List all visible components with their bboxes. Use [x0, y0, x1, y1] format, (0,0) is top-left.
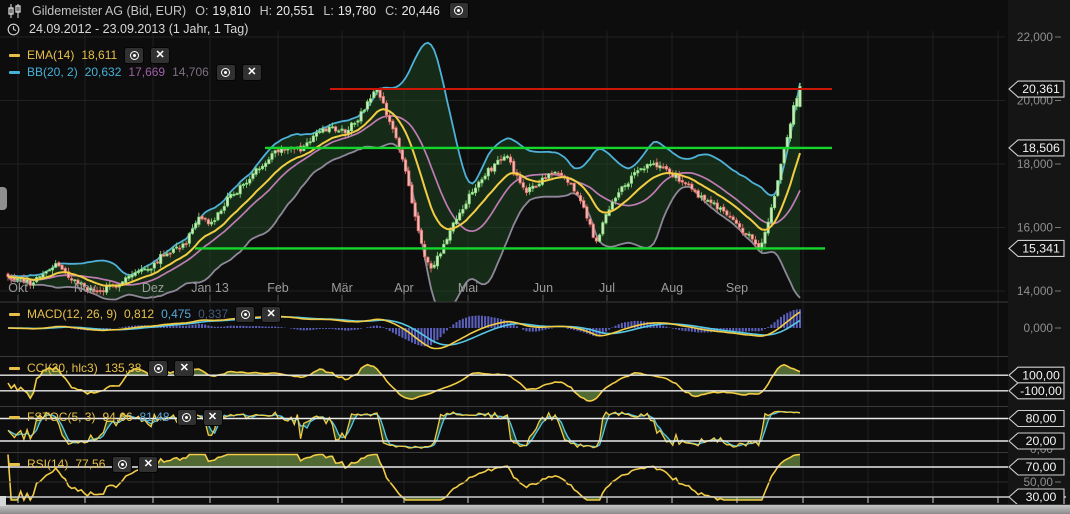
fstoc-d-value: 81,48	[140, 410, 170, 424]
svg-text:14,000: 14,000	[1017, 284, 1054, 298]
svg-text:22,000: 22,000	[1017, 30, 1054, 44]
svg-text:18,506: 18,506	[1022, 141, 1060, 155]
cci-color-swatch	[9, 367, 20, 370]
macd-visibility-button[interactable]	[236, 307, 254, 322]
legend-macd: MACD(12, 26, 9) 0,812 0,475 0,337 ✕	[9, 306, 280, 322]
legend-rsi: RSI(14) 77,56 ✕	[9, 456, 157, 472]
svg-text:50,00: 50,00	[1023, 475, 1053, 489]
cci-level-badge: -100,00	[1009, 383, 1064, 399]
svg-text:Jun: Jun	[533, 281, 553, 295]
svg-text:30,00: 30,00	[1026, 490, 1057, 504]
fstoc-label: FSTOC(5, 3)	[27, 410, 95, 424]
svg-text:18,000: 18,000	[1017, 157, 1054, 171]
bb-lower-value: 14,706	[172, 65, 209, 79]
macd-label: MACD(12, 26, 9)	[27, 307, 117, 321]
svg-text:Sep: Sep	[726, 281, 748, 295]
rsi-level-badge: 70,00	[1009, 459, 1064, 475]
instrument-header: Gildemeister AG (Bid, EUR) O:19,810 H:20…	[7, 3, 468, 18]
rsi-value: 77,56	[75, 457, 105, 471]
price-level-badge: 18,506	[1009, 140, 1064, 156]
low-label: L:	[323, 4, 333, 18]
chart-window: Okt Nov Dez Jan 13 Feb Mär Apr Mai Jun Jul Aug Sep 2…	[0, 0, 1070, 514]
stoch-level-badge: 20,00	[1009, 433, 1064, 449]
price-level-badge: 15,341	[1009, 240, 1064, 256]
rsi-visibility-button[interactable]	[113, 457, 131, 472]
svg-text:Dez: Dez	[142, 281, 164, 295]
svg-text:Jan 13: Jan 13	[191, 281, 229, 295]
macd-value: 0,812	[124, 307, 154, 321]
legend-fstoc: FSTOC(5, 3) 94,66 81,48 ✕	[9, 409, 222, 425]
window-corner-grip	[0, 496, 6, 506]
instrument-name: Gildemeister AG (Bid, EUR)	[32, 4, 186, 18]
bb-visibility-button[interactable]	[217, 65, 235, 80]
svg-text:Mai: Mai	[458, 281, 478, 295]
series-visibility-button[interactable]	[450, 3, 468, 18]
close-value: 20,446	[402, 4, 440, 18]
svg-text:-100,00: -100,00	[1020, 384, 1062, 398]
cci-label: CCI(20, hlc3)	[27, 361, 98, 375]
ema-remove-button[interactable]: ✕	[151, 48, 169, 63]
svg-text:20,00: 20,00	[1026, 434, 1057, 448]
svg-text:20,361: 20,361	[1022, 82, 1060, 96]
rsi-color-swatch	[9, 463, 20, 466]
rsi-level-badge: 30,00	[1009, 489, 1064, 505]
bb-remove-button[interactable]: ✕	[243, 65, 261, 80]
svg-text:15,341: 15,341	[1022, 242, 1060, 256]
svg-text:Apr: Apr	[394, 281, 413, 295]
svg-text:Aug: Aug	[661, 281, 683, 295]
open-value: 19,810	[212, 4, 250, 18]
rsi-remove-button[interactable]: ✕	[139, 457, 157, 472]
open-label: O:	[195, 4, 208, 18]
svg-text:70,00: 70,00	[1026, 460, 1057, 474]
legend-cci: CCI(20, hlc3) 135,38 ✕	[9, 360, 193, 376]
svg-text:16,000: 16,000	[1017, 221, 1054, 235]
legend-bb: BB(20, 2) 20,632 17,669 14,706 ✕	[9, 64, 261, 80]
macd-remove-button[interactable]: ✕	[262, 307, 280, 322]
period-range: 24.09.2012 - 23.09.2013 (1 Jahr, 1 Tag)	[29, 22, 248, 36]
svg-text:Mär: Mär	[331, 281, 353, 295]
svg-text:Jul: Jul	[599, 281, 615, 295]
bb-color-swatch	[9, 71, 20, 74]
bottom-scrollbar[interactable]	[0, 504, 1070, 514]
svg-text:100,00: 100,00	[1022, 368, 1060, 382]
stoch-level-badge: 80,00	[1009, 411, 1064, 427]
bb-upper-value: 20,632	[85, 65, 122, 79]
period-header: 24.09.2012 - 23.09.2013 (1 Jahr, 1 Tag)	[7, 22, 248, 36]
low-value: 19,780	[338, 4, 376, 18]
ema-color-swatch	[9, 54, 20, 57]
candlestick-chart-icon	[7, 4, 23, 18]
ema-label: EMA(14)	[27, 48, 74, 62]
macd-color-swatch	[9, 313, 20, 316]
rsi-label: RSI(14)	[27, 457, 68, 471]
svg-text:Okt: Okt	[8, 281, 28, 295]
cci-level-badge: 100,00	[1009, 367, 1064, 383]
svg-text:80,00: 80,00	[1026, 412, 1057, 426]
cci-visibility-button[interactable]	[149, 361, 167, 376]
svg-text:Nov: Nov	[74, 281, 97, 295]
close-label: C:	[385, 4, 398, 18]
high-value: 20,551	[276, 4, 314, 18]
svg-text:0,000: 0,000	[1023, 321, 1053, 335]
macd-signal-value: 0,475	[161, 307, 191, 321]
fstoc-remove-button[interactable]: ✕	[204, 410, 222, 425]
high-label: H:	[260, 4, 273, 18]
legend-ema: EMA(14) 18,611 ✕	[9, 47, 169, 63]
macd-hist-value: 0,337	[198, 307, 228, 321]
left-panel-handle[interactable]	[0, 187, 7, 210]
bb-mid-value: 17,669	[128, 65, 165, 79]
price-level-badge: 20,361	[1009, 81, 1064, 97]
ema-value: 18,611	[81, 48, 117, 62]
cci-remove-button[interactable]: ✕	[175, 361, 193, 376]
fstoc-color-swatch	[9, 416, 20, 419]
fstoc-k-value: 94,66	[102, 410, 132, 424]
svg-text:Feb: Feb	[267, 281, 289, 295]
fstoc-visibility-button[interactable]	[178, 410, 196, 425]
bb-label: BB(20, 2)	[27, 65, 78, 79]
ema-visibility-button[interactable]	[125, 48, 143, 63]
cci-value: 135,38	[105, 361, 142, 375]
clock-icon	[7, 23, 20, 36]
